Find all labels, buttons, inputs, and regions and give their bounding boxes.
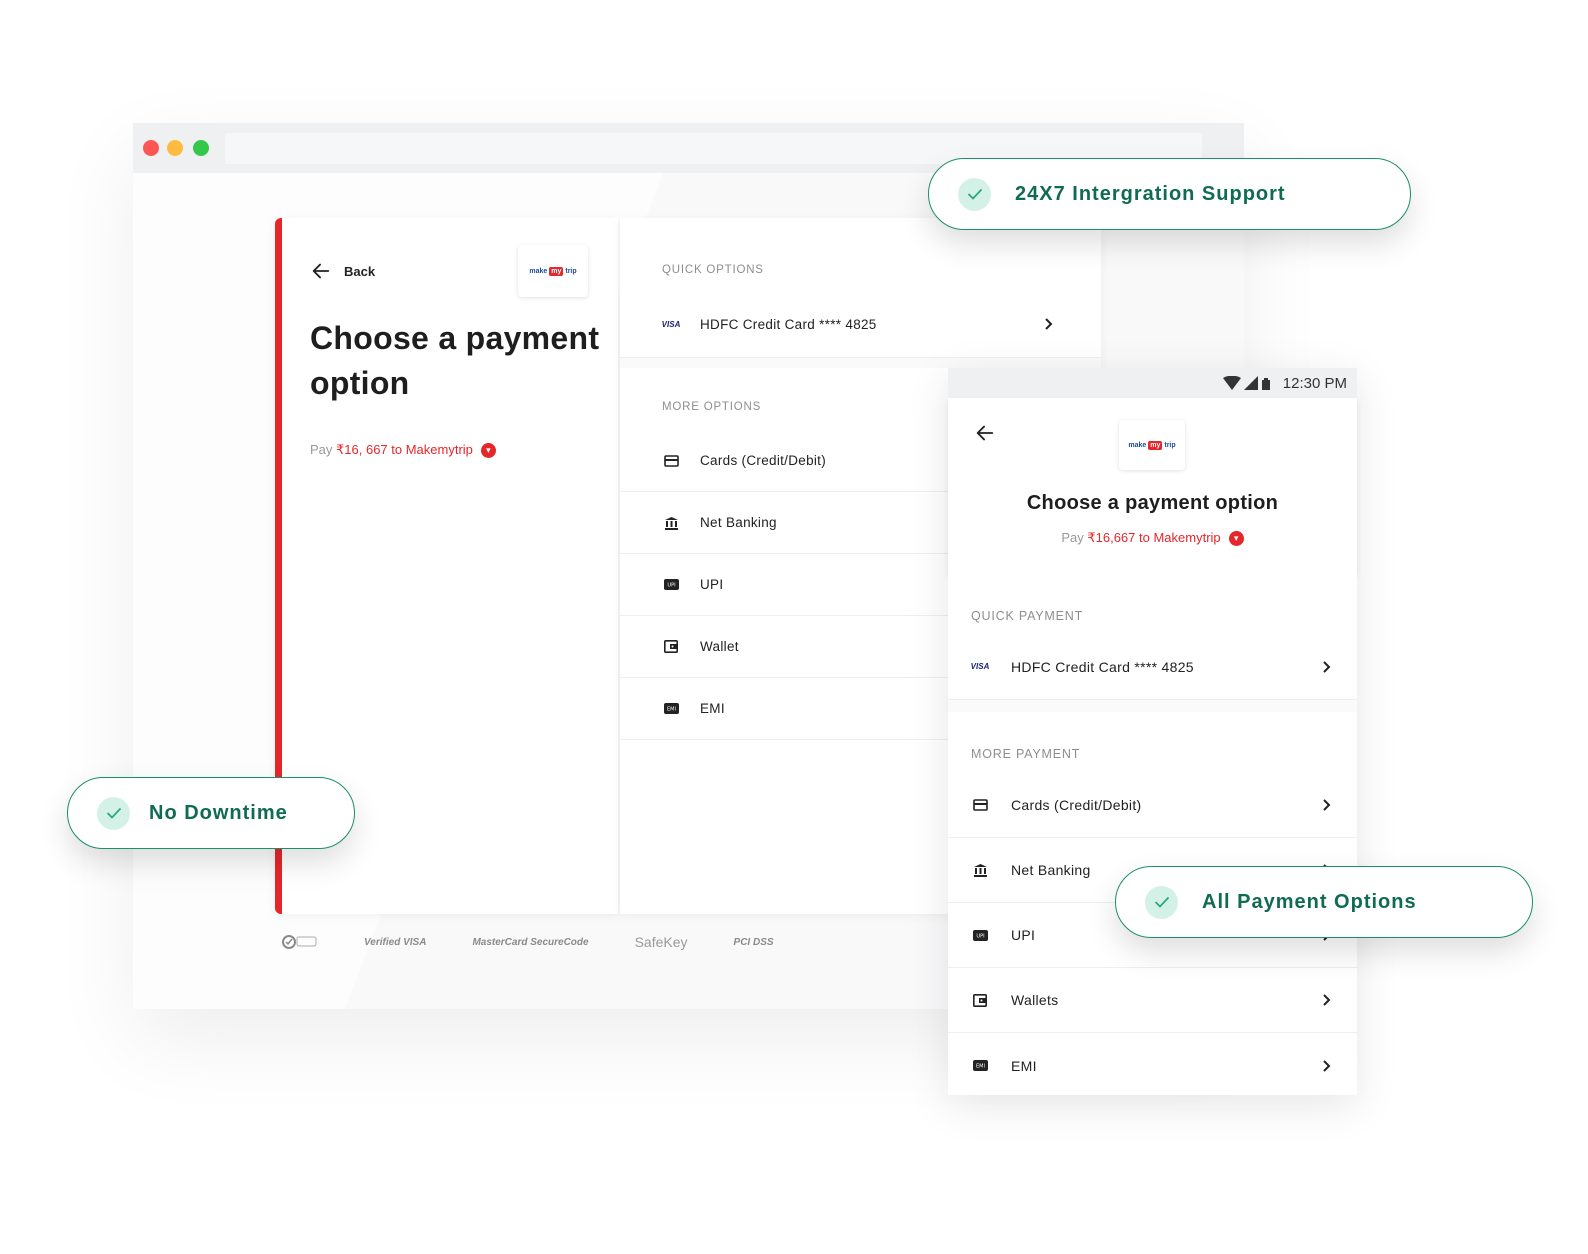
- chevron-down-icon[interactable]: ▾: [1228, 530, 1244, 546]
- option-label: Wallets: [1011, 992, 1059, 1008]
- option-label: EMI: [1011, 1057, 1037, 1074]
- check-icon: [958, 177, 991, 211]
- battery-icon: [1262, 378, 1270, 390]
- option-label: UPI: [1011, 927, 1036, 943]
- merchant-logo: make my trip: [1119, 420, 1185, 470]
- arrow-left-icon[interactable]: [974, 422, 996, 444]
- norton-seal-icon: [282, 935, 317, 949]
- page-title: Choose a payment option: [1026, 492, 1279, 514]
- logo-text-make: make: [529, 267, 548, 275]
- feature-pill-support: 24X7 Intergration Support: [928, 158, 1411, 230]
- check-icon: [97, 796, 130, 830]
- upi-icon: UPI: [971, 926, 989, 944]
- option-cards[interactable]: Cards (Credit/Debit): [948, 773, 1357, 838]
- option-wallets[interactable]: Wallets: [948, 968, 1357, 1033]
- chevron-right-icon: [1323, 660, 1331, 673]
- chevron-down-icon[interactable]: ▾: [480, 442, 496, 458]
- arrow-left-icon: [312, 263, 330, 279]
- safekey-badge: SafeKey: [634, 933, 688, 950]
- option-label: Wallet: [700, 639, 739, 654]
- logo-text-make: make: [1128, 441, 1147, 449]
- card-icon: [662, 452, 680, 470]
- option-label: UPI: [700, 577, 724, 592]
- wallet-icon: [971, 991, 989, 1009]
- verified-visa-badge: Verified VISA: [364, 936, 427, 948]
- feature-all-options-label: All Payment Options: [1202, 890, 1417, 913]
- card-icon: [971, 796, 989, 814]
- svg-text:UPI: UPI: [667, 583, 675, 589]
- wifi-icon: [1223, 376, 1241, 390]
- saved-card-option[interactable]: VISA HDFC Credit Card **** 4825: [948, 634, 1357, 699]
- option-label: EMI: [700, 701, 725, 716]
- visa-icon: VISA: [970, 662, 990, 671]
- option-label: Cards (Credit/Debit): [700, 453, 827, 468]
- svg-text:UPI: UPI: [976, 933, 984, 939]
- close-window-dot[interactable]: [143, 140, 159, 156]
- visa-icon: VISA: [661, 319, 681, 329]
- status-time: 12:30 PM: [1282, 375, 1347, 392]
- pay-prefix: Pay: [310, 442, 337, 457]
- logo-text-my: my: [549, 266, 564, 276]
- pay-prefix: Pay: [1061, 530, 1088, 545]
- back-label: Back: [344, 263, 376, 279]
- status-icons: [1223, 376, 1271, 390]
- feature-support-label: 24X7 Intergration Support: [1015, 182, 1286, 205]
- svg-text:EMI: EMI: [976, 1064, 985, 1070]
- more-payment-heading: MORE PAYMENT: [971, 747, 1081, 761]
- quick-payment-heading: QUICK PAYMENT: [971, 609, 1084, 623]
- logo-text-trip: trip: [1164, 441, 1176, 449]
- chevron-right-icon: [1323, 1059, 1331, 1072]
- chevron-right-icon: [1323, 799, 1331, 811]
- more-options-heading: MORE OPTIONS: [662, 401, 762, 413]
- quick-payment-section: QUICK PAYMENT VISA HDFC Credit Card ****…: [948, 574, 1357, 700]
- signal-icon: [1244, 376, 1258, 390]
- feature-pill-all-options: All Payment Options: [1115, 866, 1533, 938]
- merchant-logo: make my trip: [518, 245, 588, 297]
- quick-options-heading: QUICK OPTIONS: [662, 264, 764, 276]
- section-divider: [620, 358, 1101, 368]
- minimize-window-dot[interactable]: [167, 140, 183, 156]
- status-bar: 12:30 PM: [948, 368, 1357, 398]
- saved-card-label: HDFC Credit Card **** 4825: [700, 316, 877, 332]
- quick-options-section: QUICK OPTIONS VISA HDFC Credit Card ****…: [620, 218, 1101, 358]
- back-button[interactable]: Back: [310, 260, 375, 282]
- pay-amount-line[interactable]: Pay ₹16, 667 to Makemytrip ▾: [310, 442, 496, 458]
- page-title: Choose a payment option: [310, 320, 600, 401]
- logo-text-trip: trip: [565, 267, 577, 275]
- option-emi[interactable]: EMI EMI: [948, 1033, 1357, 1098]
- bank-icon: [662, 514, 680, 532]
- pay-amount: ₹16, 667 to Makemytrip: [336, 442, 473, 457]
- option-label: Net Banking: [700, 515, 777, 530]
- trust-badges: Verified VISA MasterCard SecureCode Safe…: [280, 932, 774, 952]
- option-label: Net Banking: [1011, 862, 1091, 878]
- option-label: Cards (Credit/Debit): [1011, 797, 1142, 813]
- bank-icon: [971, 861, 989, 879]
- chevron-right-icon: [1323, 994, 1331, 1006]
- upi-icon: UPI: [662, 576, 680, 594]
- check-icon: [1145, 885, 1178, 919]
- saved-card-option[interactable]: VISA HDFC Credit Card **** 4825: [620, 293, 1101, 355]
- emi-icon: EMI: [662, 700, 680, 718]
- maximize-window-dot[interactable]: [193, 140, 209, 156]
- svg-text:EMI: EMI: [667, 707, 676, 713]
- feature-downtime-label: No Downtime: [149, 801, 288, 824]
- pay-amount-line[interactable]: Pay ₹16,667 to Makemytrip ▾: [948, 530, 1357, 546]
- mobile-checkout-screen: 12:30 PM make my trip Choose a payment o…: [948, 368, 1357, 1095]
- wallet-icon: [662, 638, 680, 656]
- emi-icon: EMI: [971, 1057, 989, 1075]
- mastercard-securecode-badge: MasterCard SecureCode: [472, 936, 589, 948]
- chevron-right-icon: [1045, 318, 1053, 330]
- pay-amount: ₹16,667 to Makemytrip: [1087, 530, 1221, 545]
- feature-pill-downtime: No Downtime: [67, 777, 355, 849]
- logo-text-my: my: [1148, 440, 1163, 450]
- saved-card-label: HDFC Credit Card **** 4825: [1011, 658, 1194, 675]
- mobile-header: make my trip Choose a payment option Pay…: [948, 398, 1357, 574]
- pci-dss-badge: PCI DSS: [733, 936, 774, 948]
